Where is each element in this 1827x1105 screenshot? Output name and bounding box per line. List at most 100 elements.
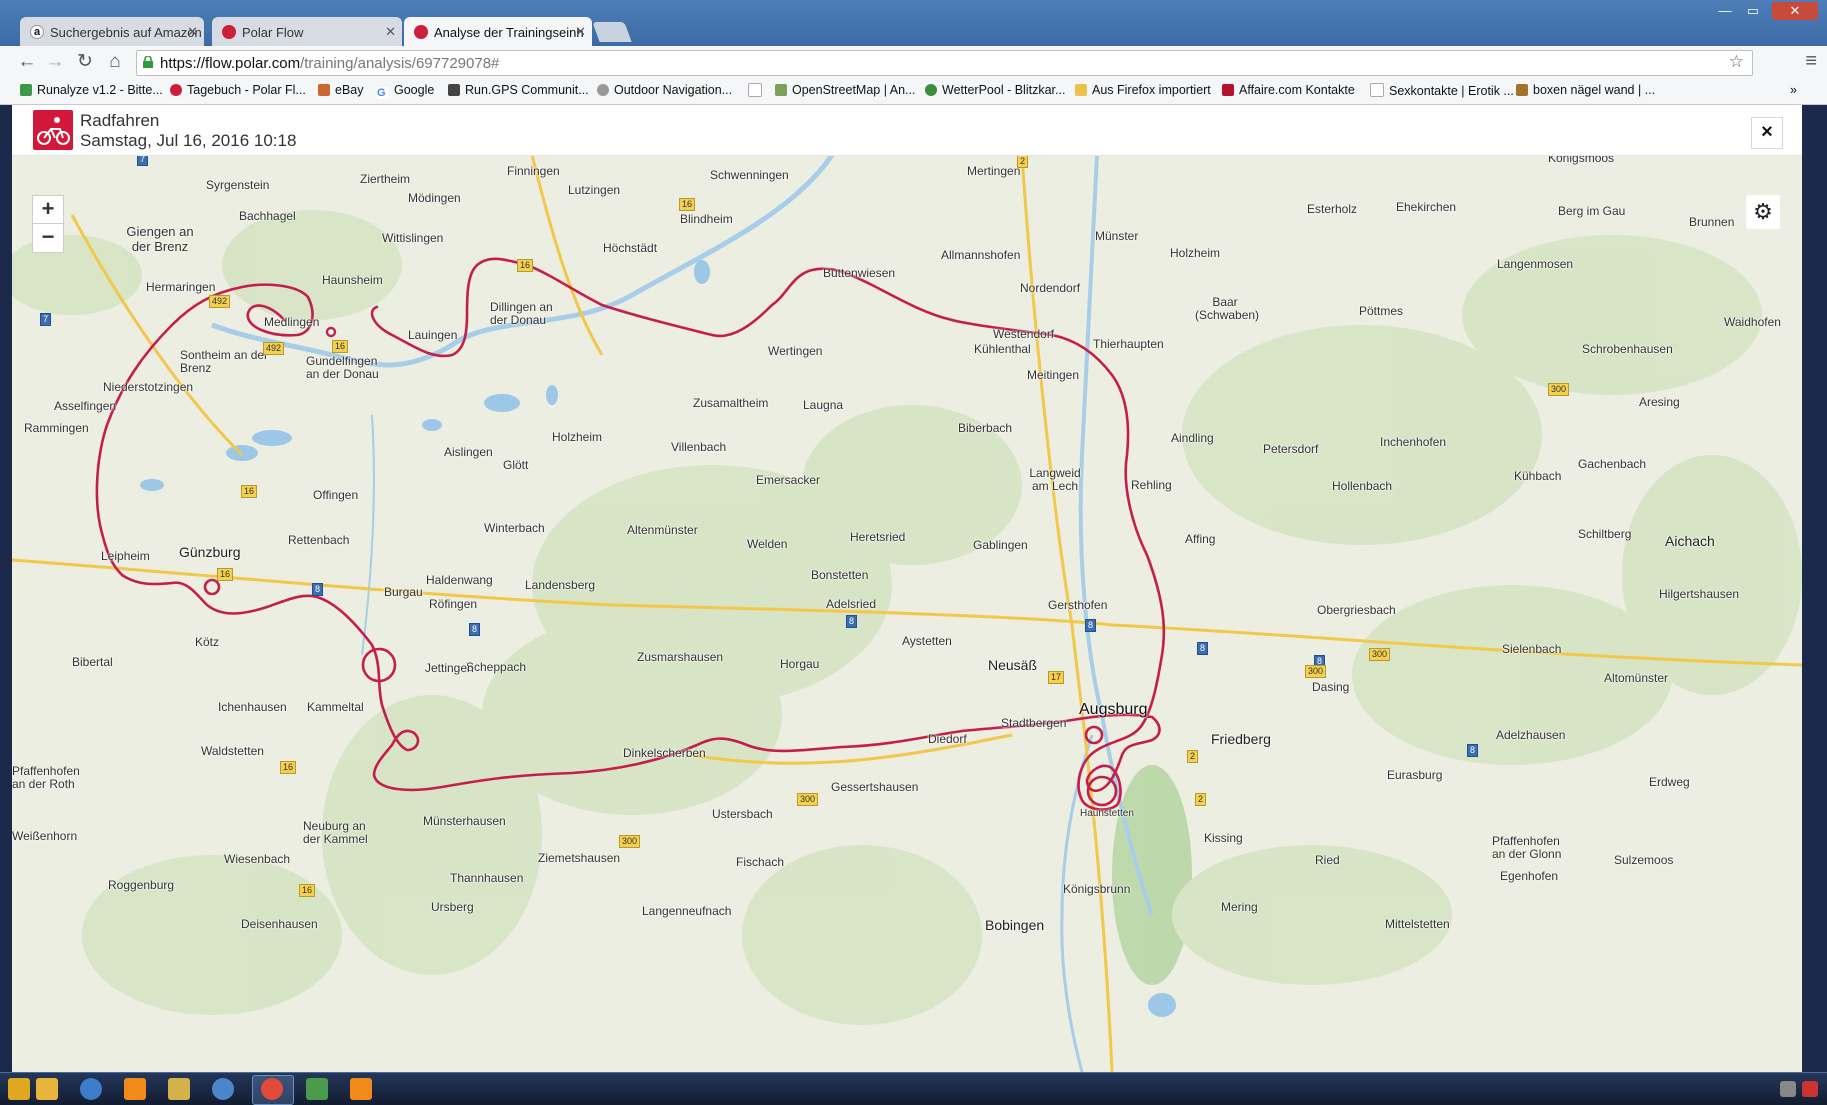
- place-label: Zusmarshausen: [637, 650, 724, 664]
- tab-title: Analyse der Trainingseinh: [434, 25, 584, 40]
- place-label: Esterholz: [1307, 202, 1358, 216]
- browser-icon[interactable]: [212, 1078, 234, 1100]
- zoom-out-button[interactable]: −: [32, 223, 64, 253]
- place-label: Aresing: [1639, 395, 1680, 409]
- road-shield: 8: [312, 583, 324, 596]
- tab-analyse[interactable]: Analyse der Trainingseinh ✕: [404, 17, 592, 46]
- bookmark[interactable]: [748, 83, 767, 98]
- place-label: Deisenhausen: [241, 917, 318, 931]
- place-label: Bonstetten: [811, 568, 869, 582]
- tray-icon[interactable]: [1802, 1081, 1818, 1097]
- bookmark[interactable]: Affaire.com Kontakte: [1222, 83, 1355, 97]
- bookmark[interactable]: Run.GPS Communit...: [448, 83, 589, 97]
- place-label: Kammeltal: [307, 700, 364, 714]
- bookmark[interactable]: Sexkontakte | Erotik ...: [1370, 83, 1514, 98]
- place-label: Haunsheim: [322, 273, 383, 287]
- place-label: Gersthofen: [1048, 598, 1108, 612]
- place-label: Pfaffenhofen an der Roth: [12, 764, 80, 791]
- star-icon[interactable]: ☆: [1729, 52, 1744, 72]
- globe-icon[interactable]: [80, 1078, 102, 1100]
- road-shield: 16: [517, 259, 534, 272]
- bag-icon: [318, 84, 330, 96]
- tools-icon[interactable]: [168, 1078, 190, 1100]
- place-label: Kötz: [195, 635, 220, 649]
- browser-chrome: a Suchergebnis auf Amazon ✕ Polar Flow ✕…: [0, 0, 1827, 105]
- chrome-icon[interactable]: [261, 1078, 283, 1100]
- place-label: Medlingen: [264, 315, 320, 329]
- close-button[interactable]: ×: [1751, 117, 1783, 149]
- new-tab-button[interactable]: [592, 22, 632, 42]
- vlc-icon[interactable]: [124, 1078, 146, 1100]
- road-shield: 300: [797, 793, 819, 806]
- bookmark[interactable]: OpenStreetMap | An...: [775, 83, 915, 97]
- map-canvas[interactable]: [12, 155, 1802, 1072]
- bookmark[interactable]: G Google: [377, 83, 434, 99]
- start-icon[interactable]: [8, 1078, 30, 1100]
- place-label: Schwenningen: [710, 168, 789, 182]
- place-label: Günzburg: [179, 544, 241, 560]
- bookmark[interactable]: Tagebuch - Polar Fl...: [170, 83, 306, 97]
- place-label: Affing: [1185, 532, 1216, 546]
- place-label: Asselfingen: [54, 399, 117, 413]
- close-tab-icon[interactable]: ✕: [385, 24, 396, 40]
- road-shield: 8: [469, 623, 481, 636]
- place-label: Zusamaltheim: [693, 396, 769, 410]
- home-icon[interactable]: ⌂: [104, 51, 126, 73]
- globe-icon: [925, 84, 937, 96]
- place-label: Fischach: [736, 855, 785, 869]
- bookmarks-more[interactable]: »: [1790, 83, 1797, 97]
- maximize-icon[interactable]: ▭: [1740, 2, 1766, 20]
- place-label: Gachenbach: [1578, 457, 1647, 471]
- forward-icon[interactable]: →: [44, 51, 66, 73]
- place-label: Wiesenbach: [224, 852, 291, 866]
- bookmark[interactable]: boxen nägel wand | ...: [1516, 83, 1655, 97]
- address-row: ← → ↻ ⌂ https://flow.polar.com/training/…: [0, 46, 1827, 79]
- road-shield: 8: [1467, 744, 1479, 757]
- place-label: Bobingen: [985, 917, 1045, 933]
- close-tab-icon[interactable]: ✕: [187, 24, 198, 40]
- place-label: Winterbach: [484, 521, 545, 535]
- road-shield: 8: [1197, 642, 1209, 655]
- vlc-icon[interactable]: [350, 1078, 372, 1100]
- zoom-in-button[interactable]: +: [32, 195, 64, 225]
- gear-icon[interactable]: ⚙: [1746, 195, 1780, 229]
- place-label: Laugna: [803, 398, 844, 412]
- close-tab-icon[interactable]: ✕: [575, 24, 586, 40]
- road-shield: 492: [263, 342, 285, 355]
- page-content: Radfahren Samstag, Jul 16, 2016 10:18 ×: [12, 105, 1802, 1072]
- route-map[interactable]: + − ⚙ Königsmoos Mertingen Schwenningen …: [12, 151, 1802, 1072]
- place-label: Stadtbergen: [1001, 716, 1067, 730]
- tab-amazon[interactable]: a Suchergebnis auf Amazon ✕: [20, 17, 204, 46]
- monitor-icon[interactable]: [306, 1078, 328, 1100]
- bookmark[interactable]: Runalyze v1.2 - Bitte...: [20, 83, 163, 97]
- media-player-icon[interactable]: [36, 1078, 58, 1100]
- bag-icon: [1516, 84, 1528, 96]
- menu-icon[interactable]: ≡: [1805, 50, 1817, 73]
- tab-polar-flow[interactable]: Polar Flow ✕: [212, 17, 402, 46]
- bookmark[interactable]: eBay: [318, 83, 364, 97]
- tray-icon[interactable]: [1780, 1081, 1796, 1097]
- place-label: Wittislingen: [382, 231, 444, 245]
- close-window-icon[interactable]: ✕: [1772, 2, 1818, 20]
- back-icon[interactable]: ←: [16, 51, 38, 73]
- heart-icon: [1222, 84, 1234, 96]
- place-label: Villenbach: [671, 440, 727, 454]
- place-label: Pöttmes: [1359, 304, 1404, 318]
- place-label: Langenneufnach: [642, 904, 732, 918]
- amazon-icon: a: [30, 25, 44, 39]
- bookmark[interactable]: WetterPool - Blitzkar...: [925, 83, 1065, 97]
- tab-title: Polar Flow: [242, 25, 304, 40]
- bookmark[interactable]: Outdoor Navigation...: [597, 83, 732, 97]
- place-label: Wertingen: [768, 344, 823, 358]
- reload-icon[interactable]: ↻: [74, 51, 96, 73]
- bookmark[interactable]: Aus Firefox importiert: [1075, 83, 1211, 97]
- url-text: https://flow.polar.com/training/analysis…: [160, 55, 500, 72]
- place-label: Sulzemoos: [1614, 853, 1674, 867]
- place-label: Inchenhofen: [1380, 435, 1447, 449]
- address-bar[interactable]: https://flow.polar.com/training/analysis…: [136, 50, 1753, 76]
- place-label: Bibertal: [72, 655, 113, 669]
- minimize-icon[interactable]: —: [1712, 2, 1738, 20]
- place-label: Hollenbach: [1332, 479, 1393, 493]
- page-icon: [1370, 83, 1384, 97]
- road-shield: 16: [241, 485, 258, 498]
